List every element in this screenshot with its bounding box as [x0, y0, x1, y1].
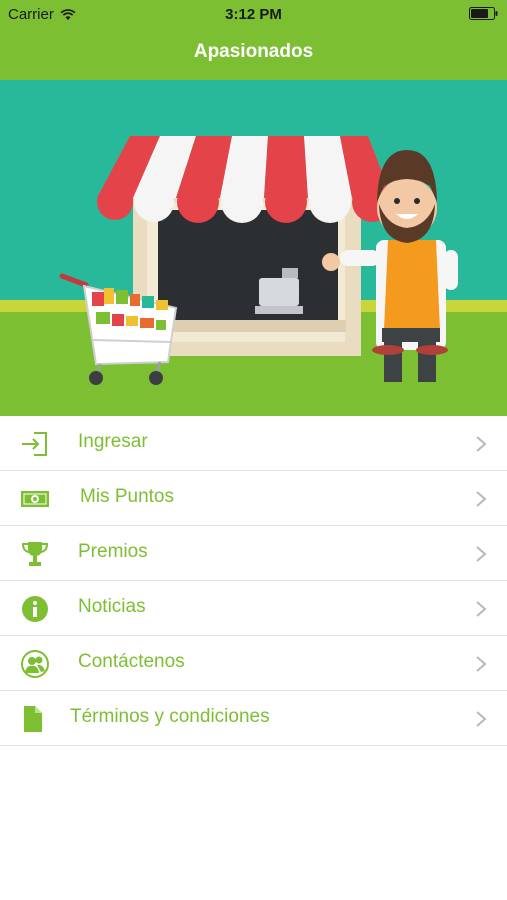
- menu-item-label: Premios: [78, 541, 148, 562]
- navigation-bar: Apasionados: [0, 28, 507, 80]
- main-menu: Ingresar Mis Puntos Premios Noticias Con…: [0, 416, 507, 746]
- status-time: 3:12 PM: [225, 6, 282, 23]
- chevron-right-icon: [476, 491, 487, 507]
- status-bar: Carrier 3:12 PM: [0, 0, 507, 28]
- trophy-icon: [21, 542, 49, 566]
- menu-item-label: Noticias: [78, 596, 146, 617]
- page-title: Apasionados: [193, 41, 314, 62]
- menu-item-mis-puntos[interactable]: Mis Puntos: [0, 471, 507, 526]
- menu-item-label: Ingresar: [78, 431, 148, 452]
- chevron-right-icon: [476, 711, 487, 727]
- battery-icon: [469, 7, 498, 20]
- menu-item-ingresar[interactable]: Ingresar: [0, 416, 507, 471]
- document-icon: [24, 706, 42, 732]
- chevron-right-icon: [476, 601, 487, 617]
- menu-item-label: Términos y condiciones: [70, 706, 270, 727]
- hero-banner: [0, 80, 507, 416]
- login-icon: [22, 432, 47, 456]
- menu-item-contactenos[interactable]: Contáctenos: [0, 636, 507, 691]
- status-right: [469, 7, 499, 20]
- info-icon: [22, 596, 48, 622]
- contacts-icon: [21, 650, 49, 678]
- chevron-right-icon: [476, 546, 487, 562]
- money-icon: [21, 491, 49, 507]
- menu-item-terminos[interactable]: Términos y condiciones: [0, 691, 507, 746]
- menu-item-label: Mis Puntos: [80, 486, 174, 507]
- menu-item-noticias[interactable]: Noticias: [0, 581, 507, 636]
- chevron-right-icon: [476, 656, 487, 672]
- chevron-right-icon: [476, 436, 487, 452]
- store-shopkeeper-illustration: [0, 80, 507, 416]
- menu-item-premios[interactable]: Premios: [0, 526, 507, 581]
- menu-item-label: Contáctenos: [78, 651, 185, 672]
